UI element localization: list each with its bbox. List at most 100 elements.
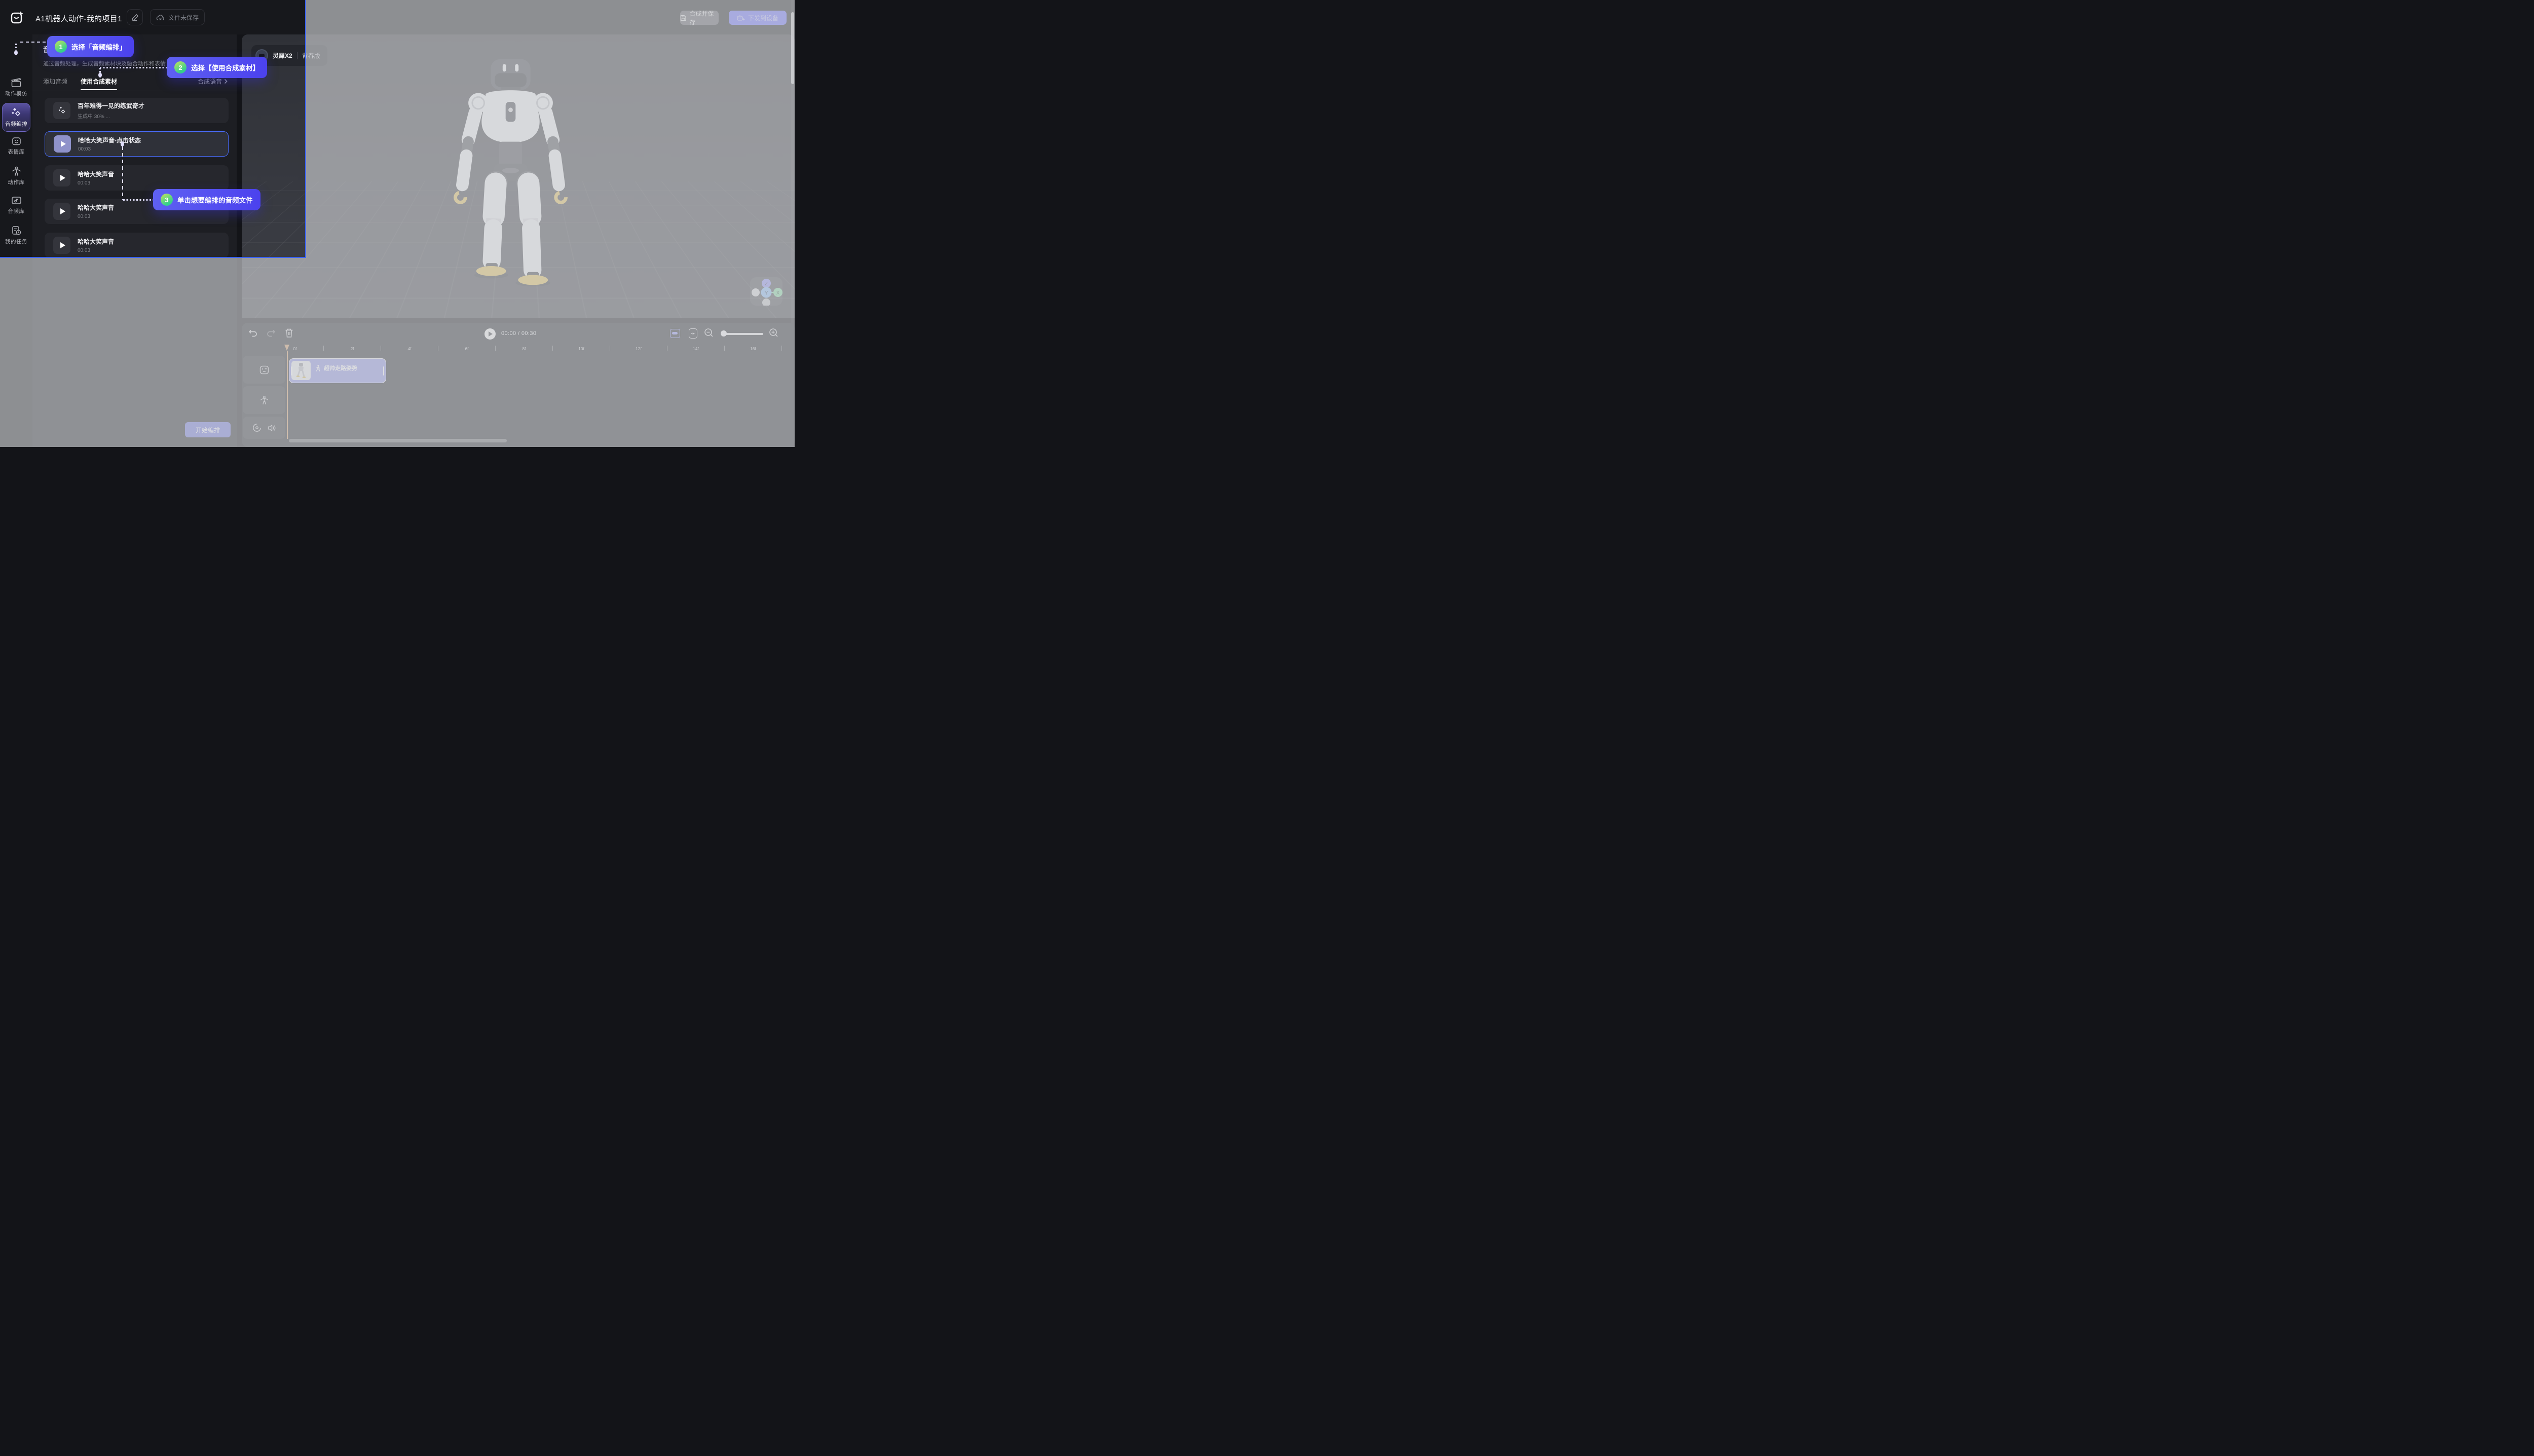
step-number-badge: 1	[55, 41, 67, 53]
disc-icon	[252, 423, 262, 432]
sidebar-item-audio-arrange[interactable]: 音频编排	[0, 107, 32, 128]
play-button[interactable]	[485, 328, 496, 340]
sidebar-item-motion-library[interactable]: 动作库	[0, 166, 32, 186]
step-text: 选择「音频编排」	[71, 42, 126, 52]
synth-voice-link[interactable]: 合成语音	[198, 77, 228, 86]
speaker-icon[interactable]	[268, 424, 276, 432]
floppy-save-icon	[680, 15, 686, 21]
track-header-motion[interactable]	[243, 386, 285, 414]
play-icon[interactable]	[53, 237, 70, 254]
robot-3d-viewport[interactable]: 灵犀X2 青春版 Z X Y	[242, 34, 795, 318]
audio-arrange-panel: 音频编排 通过音频处理，生成音频素材块及融合动作和表情 添加音频 使用合成素材 …	[32, 34, 237, 447]
audio-arrange-diamonds-icon	[11, 107, 22, 118]
redo-icon[interactable]	[266, 328, 276, 338]
timeline-zoom-slider-handle[interactable]	[721, 330, 727, 337]
audio-list-item-selected[interactable]: 哈哈大笑声音-点击状态 00:03	[45, 131, 229, 157]
sidebar-item-expression-library[interactable]: 表情库	[0, 136, 32, 156]
person-icon	[259, 395, 269, 405]
deploy-device-label: 下发到设备	[748, 14, 778, 22]
undo-icon[interactable]	[248, 328, 258, 338]
robot-face-icon	[11, 136, 22, 146]
synthesize-save-button[interactable]: 合成并保存	[680, 11, 719, 25]
sidebar-label: 音频编排	[5, 120, 27, 128]
axis-y-label: Y	[764, 290, 768, 296]
audio-list-item[interactable]: 哈哈大笑声音 00:03	[45, 165, 229, 191]
tutorial-step-2: 2 选择【使用合成素材】	[167, 57, 267, 78]
ruler-label: 12f	[632, 346, 645, 351]
audio-list-item-generating[interactable]: 百年难得一见的练武奇才 生成中 30% ...	[45, 98, 229, 123]
sidebar-item-audio-library[interactable]: 音频库	[0, 196, 32, 215]
chevron-right-icon	[224, 79, 228, 84]
audio-item-status: 生成中 30% ...	[78, 112, 144, 120]
ruler-tick	[552, 346, 553, 351]
audio-item-title: 哈哈大笑声音-点击状态	[78, 136, 141, 144]
app-logo-icon	[11, 11, 24, 24]
step-number-badge: 3	[161, 194, 173, 206]
ruler-label: 16f	[747, 346, 759, 351]
file-save-status[interactable]: 文件未保存	[150, 9, 205, 25]
axis-x-label: X	[776, 290, 780, 296]
trash-icon[interactable]	[285, 328, 293, 338]
track-header-audio[interactable]	[243, 417, 285, 439]
sidebar-item-my-tasks[interactable]: 我的任务	[0, 226, 32, 245]
tab-use-synth-material[interactable]: 使用合成素材	[81, 77, 117, 86]
rename-button[interactable]	[127, 9, 143, 25]
top-bar: A1机器人动作-我的项目1 文件未保存 合成并保存 下发到设备	[0, 0, 795, 34]
playhead-marker[interactable]	[284, 345, 289, 351]
sidebar-label: 表情库	[8, 148, 25, 156]
audio-item-duration: 00:03	[78, 248, 114, 253]
play-icon[interactable]	[54, 135, 71, 153]
audio-item-title: 百年难得一见的练武奇才	[78, 101, 144, 110]
ruler-label: 2f	[346, 346, 358, 351]
tab-add-audio[interactable]: 添加音频	[43, 77, 67, 86]
step-number-badge: 2	[174, 61, 187, 73]
axis-z-label: Z	[765, 281, 768, 287]
music-library-icon	[11, 196, 22, 205]
audio-list-item[interactable]: 哈哈大笑声音 00:03	[45, 233, 229, 258]
clip-trim-handle-left[interactable]	[291, 366, 292, 376]
walking-person-icon	[315, 365, 321, 371]
cloud-icon	[156, 14, 165, 21]
zoom-in-icon[interactable]	[769, 328, 779, 338]
timeline-hscrollbar[interactable]	[289, 439, 507, 442]
sidebar-label: 我的任务	[5, 238, 27, 245]
page-scrollbar-thumb[interactable]	[791, 12, 794, 84]
sidebar-item-motion-imitation[interactable]: 动作模仿	[0, 78, 32, 97]
playback-time: 00:00 / 00:30	[501, 330, 536, 337]
snap-icon[interactable]	[670, 329, 680, 338]
tutorial-step-3: 3 单击想要编排的音频文件	[153, 189, 260, 210]
ruler-label: 8f	[518, 346, 530, 351]
audio-item-title: 哈哈大笑声音	[78, 170, 114, 178]
pencil-icon	[131, 14, 139, 21]
ruler-label: 14f	[690, 346, 702, 351]
track-header-expression[interactable]	[243, 356, 285, 384]
ruler-label: 4f	[403, 346, 416, 351]
ruler-label: 6f	[461, 346, 473, 351]
start-arrange-button[interactable]: 开始编排	[185, 422, 231, 437]
audio-item-duration: 00:03	[78, 180, 114, 186]
playhead-line	[287, 351, 288, 439]
play-icon[interactable]	[53, 203, 70, 220]
play-icon[interactable]	[53, 169, 70, 186]
task-list-icon	[11, 226, 22, 236]
sidebar-label: 音频库	[8, 207, 25, 215]
audio-item-duration: 00:03	[78, 146, 141, 152]
audio-item-title: 哈哈大笑声音	[78, 237, 114, 246]
audio-item-duration: 00:03	[78, 214, 114, 219]
clip-trim-handle-right[interactable]	[383, 366, 385, 376]
model-edition: 青春版	[302, 51, 320, 60]
clip-thumbnail	[291, 361, 311, 380]
fit-width-icon[interactable]: ◂▸	[689, 328, 697, 339]
ruler-label: 10f	[575, 346, 587, 351]
timeline-zoom-slider[interactable]	[722, 333, 763, 335]
zoom-out-icon[interactable]	[704, 328, 714, 338]
synth-voice-label: 合成语音	[198, 77, 222, 86]
timeline-clip-walk[interactable]: 超帅走路姿势	[289, 358, 386, 383]
clapperboard-icon	[11, 78, 22, 88]
sparkles-icon	[53, 102, 70, 119]
left-nav-sidebar: 动作模仿 音频编排 表情库 动作库 音频库 我的任务	[0, 34, 32, 447]
deploy-device-button[interactable]: 下发到设备	[729, 11, 787, 25]
audio-item-title: 哈哈大笑声音	[78, 203, 114, 212]
synthesize-save-label: 合成并保存	[689, 9, 719, 26]
axis-gizmo[interactable]: Z X Y	[750, 277, 782, 306]
